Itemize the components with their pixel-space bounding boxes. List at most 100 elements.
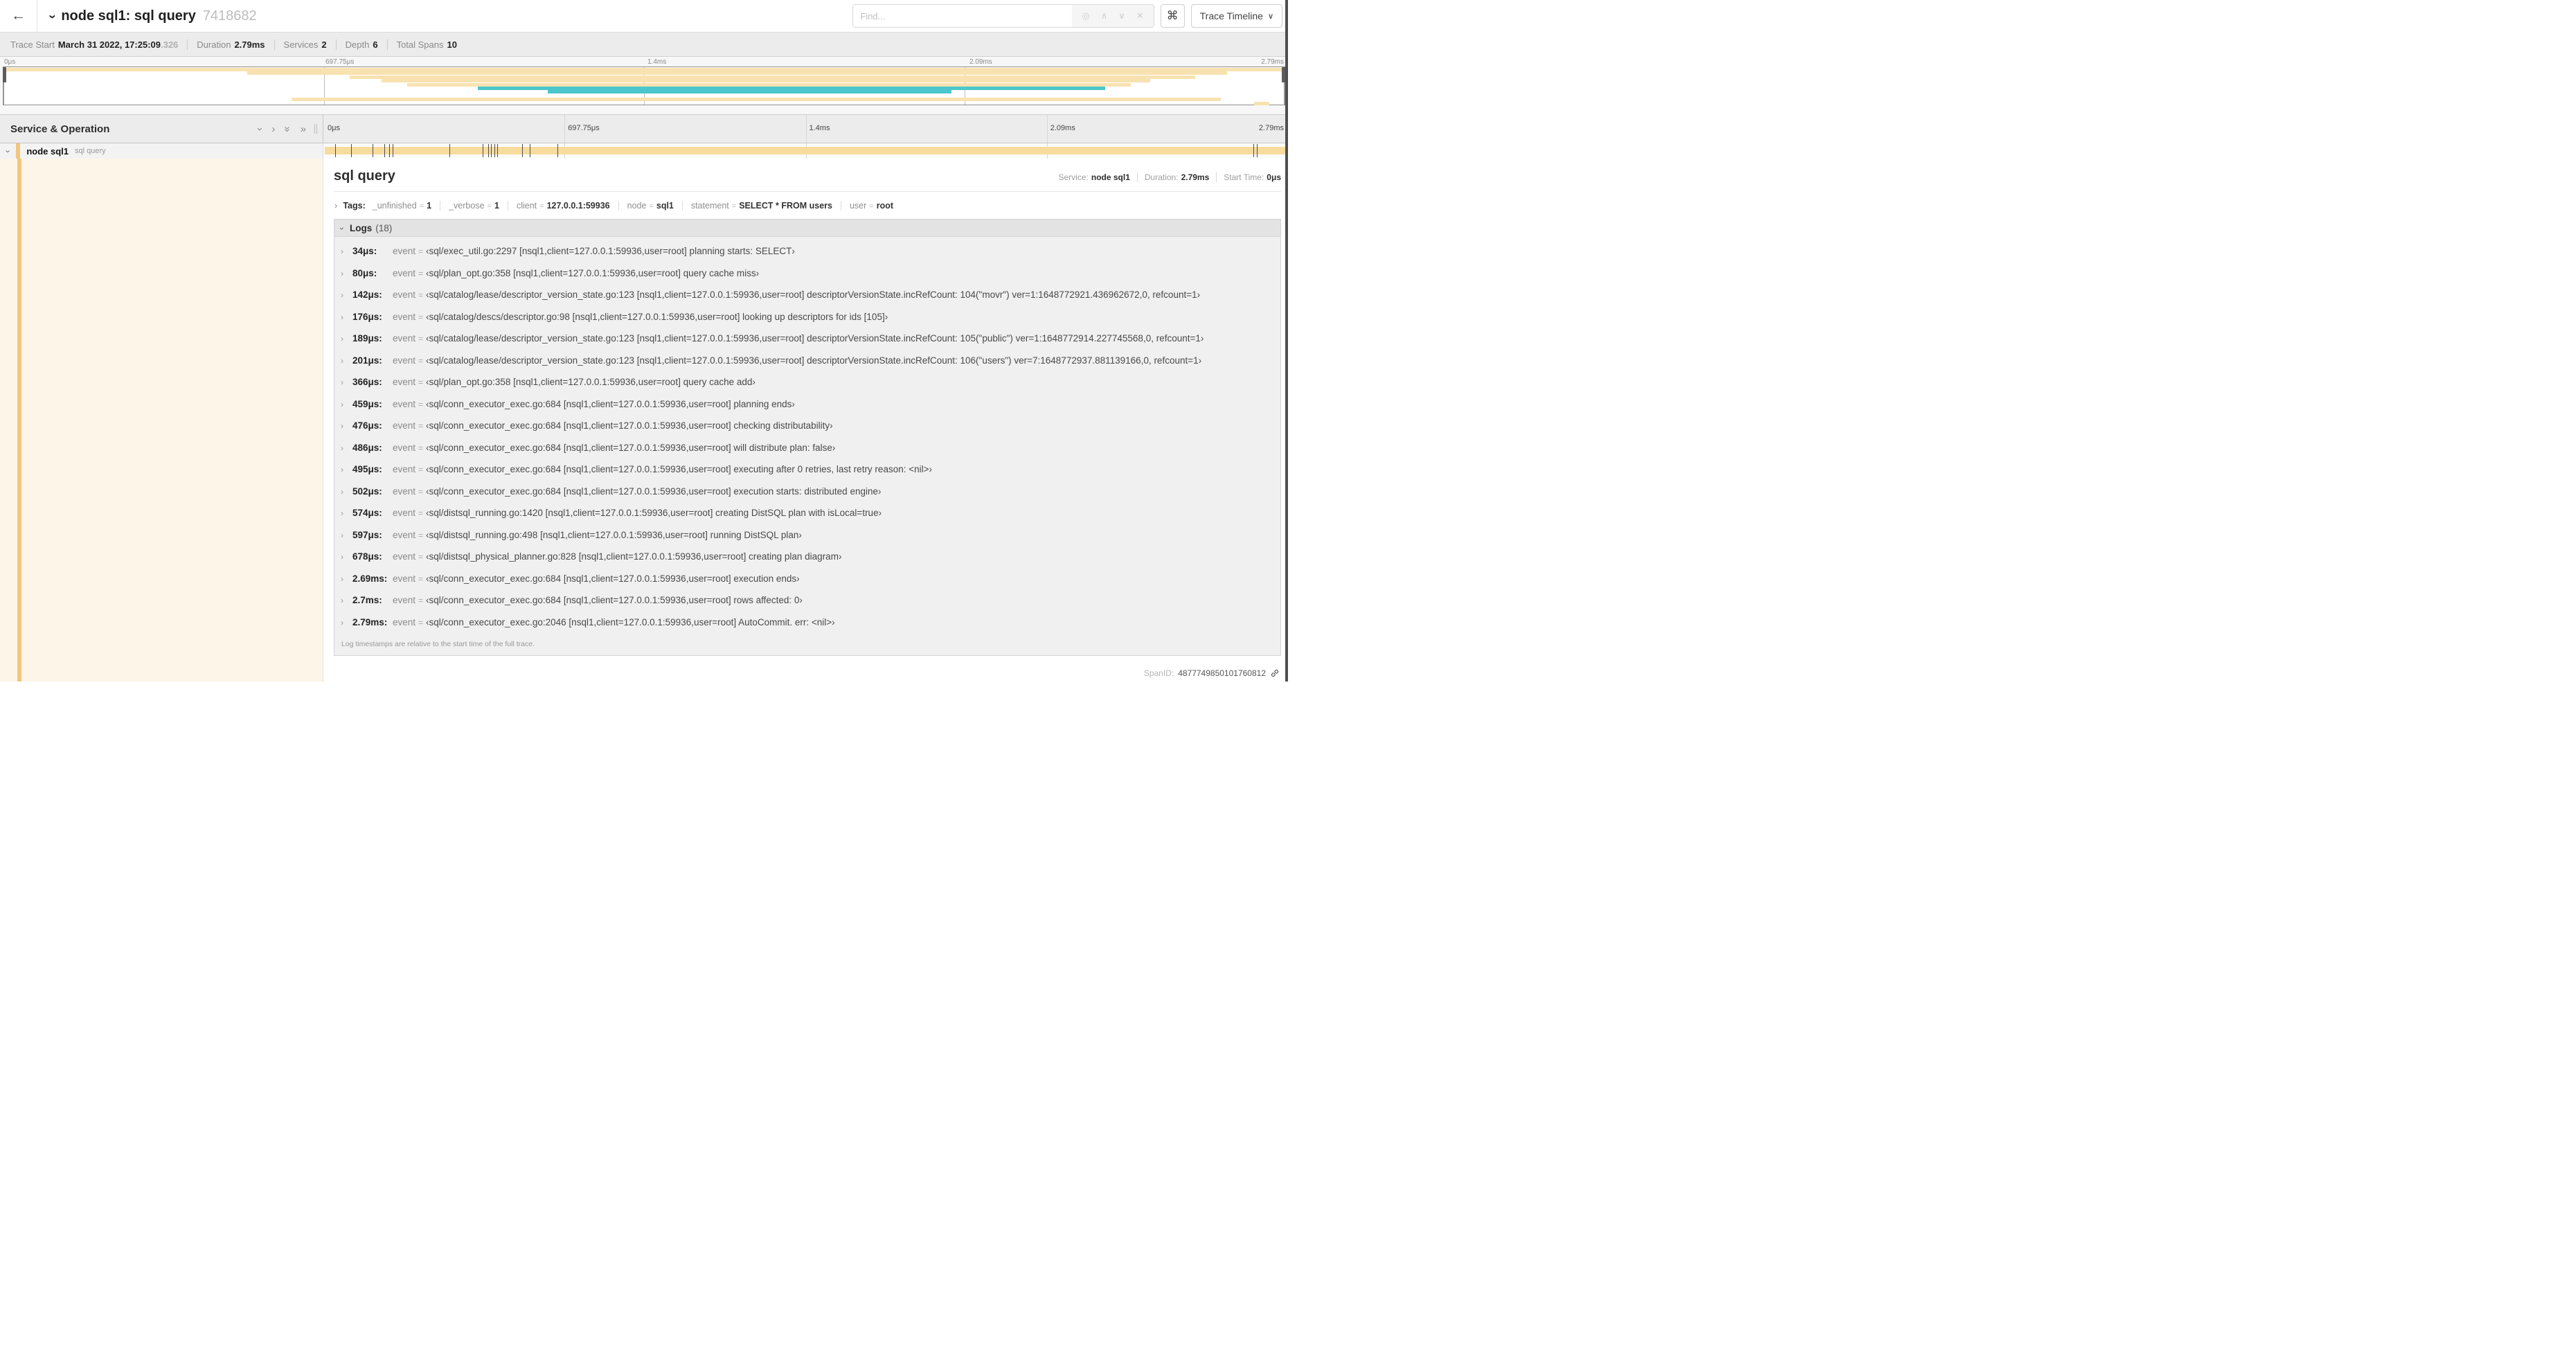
timeline-axis-tick-label: 1.4ms (809, 124, 830, 132)
service-operation-title: Service & Operation (10, 123, 110, 135)
minimap-span-bar (406, 82, 1131, 87)
trace-title: node sql1: sql query (61, 8, 196, 24)
span-name-cell[interactable]: › node sql1 sql query (0, 143, 323, 159)
log-entry-row[interactable]: › 574μs: event = ‹sql/distsql_running.go:1… (341, 508, 1275, 518)
span-timeline-cell[interactable] (323, 143, 1288, 159)
viewport-left-scrubber[interactable] (3, 67, 6, 83)
log-timestamp: 2.7ms: (352, 595, 382, 605)
span-operation-name: sql query (75, 147, 106, 155)
minimap-span-bar (292, 98, 1221, 102)
collapse-trace-chevron-icon[interactable]: › (44, 14, 60, 18)
log-marker-tick[interactable] (1257, 144, 1258, 157)
chevron-right-icon: › (341, 290, 343, 300)
span-detail-title: sql query (334, 168, 395, 184)
log-marker-tick[interactable] (557, 144, 559, 157)
log-message: event = ‹sql/catalog/lease/descriptor_vers… (393, 333, 1204, 344)
log-message: event = ‹sql/conn_executor_exec.go:684 [ns… (393, 485, 882, 497)
log-entry-row[interactable]: › 2.7ms: event = ‹sql/conn_executor_exec.g… (341, 595, 1275, 605)
log-entry-row[interactable]: › 80μs: event = ‹sql/plan_opt.go:358 [nsql… (341, 268, 1275, 278)
log-entry-row[interactable]: › 34μs: event = ‹sql/exec_util.go:2297 [ns… (341, 246, 1275, 256)
find-input[interactable] (853, 5, 1073, 27)
trace-meta-item: Total Spans 10 (386, 39, 457, 50)
trace-meta-item: Duration 2.79ms (187, 39, 265, 50)
log-entry-row[interactable]: › 189μs: event = ‹sql/catalog/lease/descri… (341, 333, 1275, 344)
find-controls: ◎ ∧ ∨ ✕ (1072, 5, 1154, 27)
log-timestamp: 574μs: (352, 508, 382, 518)
timeline-axis-tick-label: 2.79ms (1258, 124, 1284, 132)
minimap-span-bar (349, 75, 1195, 79)
chevron-right-icon: › (341, 334, 343, 344)
log-message: event = ‹sql/plan_opt.go:358 [nsql1,client… (393, 267, 760, 278)
logs-accordion-header[interactable]: › Logs (18) (334, 220, 1280, 236)
locate-icon[interactable]: ◎ (1082, 10, 1089, 21)
service-color-stripe (16, 143, 21, 159)
span-collapse-chevron-icon[interactable]: › (3, 150, 14, 152)
log-marker-tick[interactable] (1253, 144, 1254, 157)
log-entry-row[interactable]: › 476μs: event = ‹sql/conn_executor_exec.g… (341, 420, 1275, 431)
chevron-right-icon: › (341, 399, 343, 409)
log-marker-tick[interactable] (351, 144, 352, 157)
logs-title: Logs (350, 223, 373, 233)
log-entry-row[interactable]: › 176μs: event = ‹sql/catalog/descs/descri… (341, 312, 1275, 322)
collapse-all-icon[interactable]: » (282, 126, 294, 132)
log-entry-row[interactable]: › 678μs: event = ‹sql/distsql_physical_pla… (341, 551, 1275, 562)
span-detail-header[interactable]: sql query Service: node sql1 Duration: 2.7… (334, 168, 1281, 184)
span-meta-item: Service: node sql1 (1058, 172, 1130, 182)
top-actions: ◎ ∧ ∨ ✕ ⌘ Trace Timeline ∨ (852, 4, 1282, 28)
expand-all-icon[interactable]: » (301, 124, 306, 134)
timeline-axis-tick-label: 2.09ms (1050, 124, 1075, 132)
copy-link-icon[interactable] (1270, 668, 1280, 678)
log-message: event = ‹sql/conn_executor_exec.go:684 [ns… (393, 442, 836, 453)
clear-find-icon[interactable]: ✕ (1136, 10, 1144, 21)
log-marker-tick[interactable] (521, 144, 523, 157)
keyboard-shortcuts-button[interactable]: ⌘ (1160, 4, 1185, 28)
minimap-canvas[interactable] (3, 66, 1285, 105)
next-match-icon[interactable]: ∨ (1118, 10, 1125, 21)
chevron-right-icon: › (334, 200, 338, 211)
span-service-name: node sql1 (26, 145, 69, 157)
prev-match-icon[interactable]: ∧ (1101, 10, 1108, 21)
log-marker-tick[interactable] (497, 144, 498, 157)
log-entry-row[interactable]: › 201μs: event = ‹sql/catalog/lease/descri… (341, 355, 1275, 366)
column-resize-grip[interactable] (314, 124, 317, 134)
span-detail-panel: sql query Service: node sql1 Duration: 2.7… (323, 159, 1288, 682)
minimap-axis-tick-label: 0μs (4, 58, 16, 66)
tag-pair: client = 127.0.0.1:59936 (507, 200, 610, 211)
span-id-row: SpanID: 4877749850101760812 (1144, 668, 1280, 678)
log-marker-tick[interactable] (494, 144, 495, 157)
log-entry-row[interactable]: › 2.79ms: event = ‹sql/conn_executor_exec.… (341, 617, 1275, 627)
span-detail-meta: Service: node sql1 Duration: 2.79ms Start … (1058, 172, 1281, 182)
log-marker-tick[interactable] (449, 144, 451, 157)
log-entry-row[interactable]: › 2.69ms: event = ‹sql/conn_executor_exec.… (341, 573, 1275, 584)
log-entry-row[interactable]: › 486μs: event = ‹sql/conn_executor_exec.g… (341, 443, 1275, 453)
log-marker-tick[interactable] (491, 144, 492, 157)
log-entry-row[interactable]: › 495μs: event = ‹sql/conn_executor_exec.g… (341, 464, 1275, 474)
log-entry-row[interactable]: › 597μs: event = ‹sql/distsql_running.go:4… (341, 530, 1275, 540)
minimap-span-bar (1253, 101, 1269, 105)
chevron-right-icon: › (341, 617, 343, 627)
view-selector-button[interactable]: Trace Timeline ∨ (1190, 4, 1282, 28)
log-timestamp: 366μs: (352, 377, 382, 387)
log-marker-tick[interactable] (488, 144, 490, 157)
log-timestamp: 189μs: (352, 333, 382, 344)
log-marker-tick[interactable] (334, 144, 336, 157)
log-marker-tick[interactable] (384, 144, 385, 157)
minimap-span-bar (247, 71, 1227, 75)
tag-pair: _verbose = 1 (440, 200, 499, 211)
log-entry-row[interactable]: › 366μs: event = ‹sql/plan_opt.go:358 [nsq… (341, 377, 1275, 387)
log-entry-row[interactable]: › 502μs: event = ‹sql/conn_executor_exec.g… (341, 486, 1275, 497)
span-detail-left-gutter (0, 159, 323, 682)
log-entry-row[interactable]: › 459μs: event = ‹sql/conn_executor_exec.g… (341, 399, 1275, 409)
log-timestamp: 201μs: (352, 355, 382, 366)
tags-accordion[interactable]: › Tags: _unfinished = 1 _verbose = 1 client =… (334, 198, 1281, 212)
log-marker-tick[interactable] (388, 144, 390, 157)
span-id-value: 4877749850101760812 (1178, 668, 1266, 678)
collapse-one-icon[interactable]: › (254, 127, 266, 131)
expand-one-icon[interactable]: › (271, 124, 275, 134)
page-scrollbar[interactable] (1285, 0, 1288, 682)
chevron-right-icon: › (341, 486, 343, 497)
tag-pair: user = root (840, 200, 893, 211)
back-button[interactable]: ← (0, 0, 37, 32)
log-entry-row[interactable]: › 142μs: event = ‹sql/catalog/lease/descri… (341, 289, 1275, 300)
tag-pair: _unfinished = 1 (372, 200, 432, 211)
